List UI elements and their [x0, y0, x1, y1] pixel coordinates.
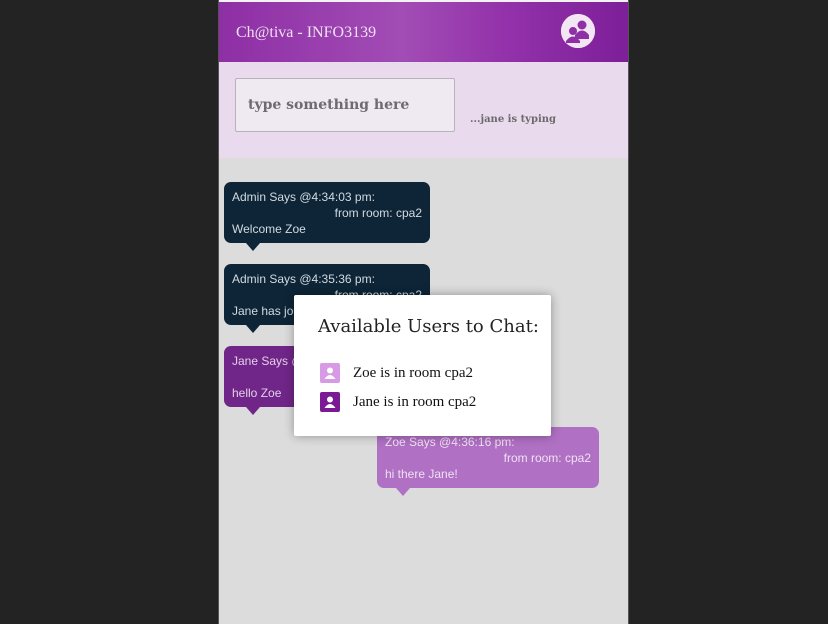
- message-text: hello Zoe: [232, 386, 282, 400]
- user-list-item[interactable]: Zoe is in room cpa2: [320, 362, 473, 384]
- app-title: Ch@tiva - INFO3139: [236, 24, 377, 41]
- message-sender: Admin Says @4:34:03 pm:: [232, 190, 375, 204]
- message-bubble: Zoe Says @4:36:16 pm: from room: cpa2 hi…: [377, 427, 599, 496]
- user-list-item[interactable]: Jane is in room cpa2: [320, 391, 476, 413]
- users-button[interactable]: [561, 14, 595, 48]
- user-label: Zoe is in room cpa2: [353, 364, 473, 381]
- message-text: Welcome Zoe: [232, 222, 306, 236]
- person-icon: [320, 392, 340, 412]
- message-input[interactable]: [235, 78, 455, 132]
- message-text: hi there Jane!: [385, 467, 458, 481]
- message-sender: Admin Says @4:35:36 pm:: [232, 272, 375, 286]
- composer-panel: ...jane is typing: [219, 62, 628, 158]
- message-bubble: Admin Says @4:34:03 pm: from room: cpa2 …: [224, 182, 430, 251]
- app-header: Ch@tiva - INFO3139: [219, 2, 628, 62]
- typing-indicator: ...jane is typing: [470, 114, 557, 125]
- message-sender: Zoe Says @4:36:16 pm:: [385, 435, 515, 449]
- available-users-dialog: Available Users to Chat: Zoe is in room …: [294, 295, 551, 436]
- message-room: from room: cpa2: [503, 451, 591, 465]
- message-room: from room: cpa2: [334, 206, 422, 220]
- user-label: Jane is in room cpa2: [353, 393, 477, 410]
- person-icon: [320, 363, 340, 383]
- dialog-title: Available Users to Chat:: [318, 316, 539, 337]
- group-icon: [561, 14, 595, 48]
